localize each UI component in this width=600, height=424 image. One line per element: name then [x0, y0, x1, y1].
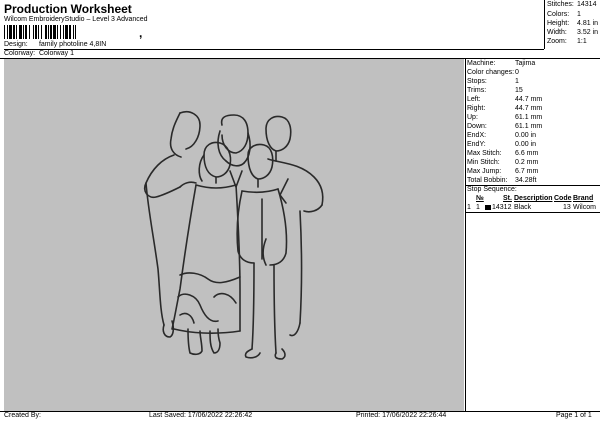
column-header: St. [503, 195, 512, 202]
info-value: 6.6 mm [515, 150, 539, 157]
info-label: EndX: [467, 132, 487, 139]
info-label: Trims: [467, 87, 487, 94]
stop-sequence-title: Stop Sequence: [467, 186, 517, 193]
info-value: 0 [515, 69, 519, 76]
barcode-suffix: , [139, 26, 143, 40]
design-preview [4, 59, 464, 411]
info-value: 34.28ft [515, 177, 537, 184]
row-number: 1 [476, 204, 480, 211]
info-row: Down: 61.1 mm [467, 123, 542, 132]
info-row: Trims: 15 [467, 87, 523, 96]
info-label: Down: [467, 123, 487, 130]
info-value: 44.7 mm [515, 96, 543, 103]
info-label: Total Bobbin: [467, 177, 508, 184]
barcode [4, 25, 76, 39]
row-description: Black [514, 204, 532, 211]
info-label: Max Jump: [467, 168, 502, 175]
divider [465, 59, 466, 411]
software-name: Wilcom EmbroideryStudio – Level 3 Advanc… [4, 16, 148, 23]
info-row: EndX: 0.00 in [467, 132, 536, 141]
summary-value: 1:1 [577, 38, 587, 45]
info-label: Max Stitch: [467, 150, 502, 157]
info-label: Right: [467, 105, 486, 112]
summary-value: 1 [577, 11, 581, 18]
created-by: Created By: [4, 412, 41, 419]
design-label: Design: [4, 41, 28, 48]
info-row: Up: 61.1 mm [467, 114, 542, 123]
row-stitches: 14312 [492, 204, 512, 211]
info-value: 61.1 mm [515, 114, 543, 121]
info-row: Machine: Tajima [467, 60, 535, 69]
info-label: Left: [467, 96, 481, 103]
info-value: 15 [515, 87, 523, 94]
info-value: 1 [515, 78, 519, 85]
row-index: 1 [467, 204, 471, 211]
summary-value: 14314 [577, 1, 597, 8]
info-value: Tajima [515, 60, 536, 67]
summary-row: Colors: 1 [547, 11, 581, 18]
table-header: № St. Description Code Brand [466, 195, 600, 204]
divider [4, 49, 544, 50]
last-saved: Last Saved: 17/06/2022 22:26:42 [149, 412, 253, 419]
info-row: Left: 44.7 mm [467, 96, 542, 105]
info-label: Stops: [467, 78, 487, 85]
summary-label: Zoom: [547, 38, 567, 45]
design-row: Design: family photoline 4,8IN [4, 41, 106, 48]
colorway-value: Colorway 1 [38, 50, 74, 57]
info-value: 6.7 mm [515, 168, 539, 175]
info-label: Color changes: [467, 69, 515, 76]
info-label: Machine: [467, 60, 496, 67]
info-row: Stops: 1 [467, 78, 519, 87]
column-header: Description [514, 195, 553, 202]
info-row: Max Jump: 6.7 mm [467, 168, 538, 177]
divider [466, 212, 600, 213]
summary-label: Width: [547, 29, 567, 36]
info-value: 61.1 mm [515, 123, 543, 130]
info-value: 0.00 in [515, 132, 537, 139]
info-row: Color changes:0 [467, 69, 519, 78]
colorway-row: Colorway: Colorway 1 [4, 50, 74, 57]
info-row: EndY: 0.00 in [467, 141, 536, 150]
summary-row: Width: 3.52 in [547, 29, 598, 36]
row-brand: Wilcom [573, 204, 596, 211]
info-row: Max Stitch: 6.6 mm [467, 150, 538, 159]
divider [544, 0, 545, 49]
color-swatch [485, 205, 491, 210]
summary-row: Stitches: 14314 [547, 1, 596, 8]
column-header: Code [554, 195, 572, 202]
info-row: Min Stitch: 0.2 mm [467, 159, 538, 168]
colorway-label: Colorway: [4, 50, 36, 57]
column-header: № [476, 195, 484, 202]
summary-value: 4.81 in [577, 20, 599, 27]
summary-label: Height: [547, 20, 570, 27]
info-value: 0.2 mm [515, 159, 539, 166]
worksheet-title: Production Worksheet [4, 2, 132, 16]
info-label: Min Stitch: [467, 159, 500, 166]
design-value: family photoline 4,8IN [38, 41, 107, 48]
info-value: 44.7 mm [515, 105, 543, 112]
info-value: 0.00 in [515, 141, 537, 148]
info-label: EndY: [467, 141, 486, 148]
info-row: Right: 44.7 mm [467, 105, 542, 114]
summary-box: Stitches: 14314 Colors: 1 Height: 4.81 in W… [544, 0, 599, 49]
embroidery-design-image [143, 110, 324, 360]
printed-date: Printed: 17/06/2022 22:26:44 [356, 412, 447, 419]
divider [0, 411, 600, 412]
summary-label: Colors: [547, 11, 570, 18]
summary-row: Height: 4.81 in [547, 20, 598, 27]
info-label: Up: [467, 114, 478, 121]
page-number: Page 1 of 1 [556, 412, 592, 419]
summary-value: 3.52 in [577, 29, 599, 36]
row-code: 13 [563, 204, 571, 211]
summary-row: Zoom: 1:1 [547, 38, 587, 45]
column-header: Brand [573, 195, 594, 202]
summary-label: Stitches: [547, 1, 574, 8]
